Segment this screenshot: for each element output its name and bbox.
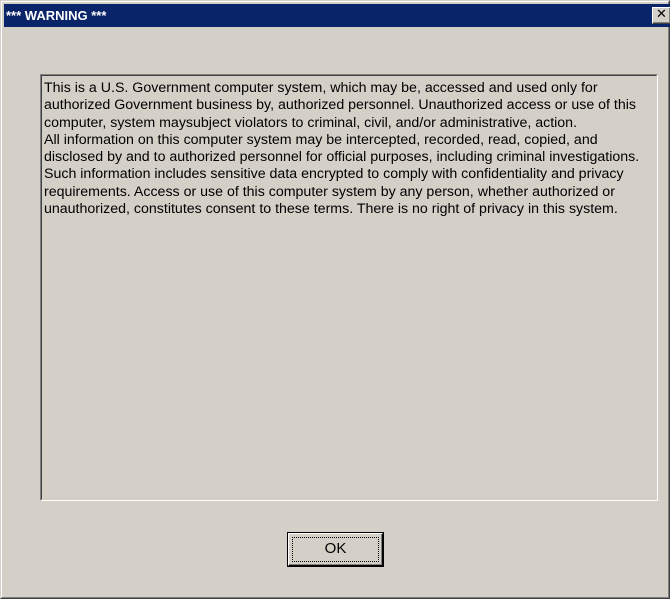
title-bar[interactable]: *** WARNING *** ✕ xyxy=(4,4,670,27)
warning-dialog: *** WARNING *** ✕ This is a U.S. Governm… xyxy=(0,0,670,599)
message-paragraph-2: All information on this computer system … xyxy=(44,131,640,218)
message-box: This is a U.S. Government computer syste… xyxy=(40,74,658,501)
message-paragraph-1: This is a U.S. Government computer syste… xyxy=(44,80,637,131)
message-text: This is a U.S. Government computer syste… xyxy=(44,80,648,218)
window-title: *** WARNING *** xyxy=(6,8,107,23)
ok-button[interactable]: OK xyxy=(288,533,383,566)
ok-button-label: OK xyxy=(324,540,347,557)
close-icon: ✕ xyxy=(656,7,667,22)
close-button[interactable]: ✕ xyxy=(652,7,670,24)
